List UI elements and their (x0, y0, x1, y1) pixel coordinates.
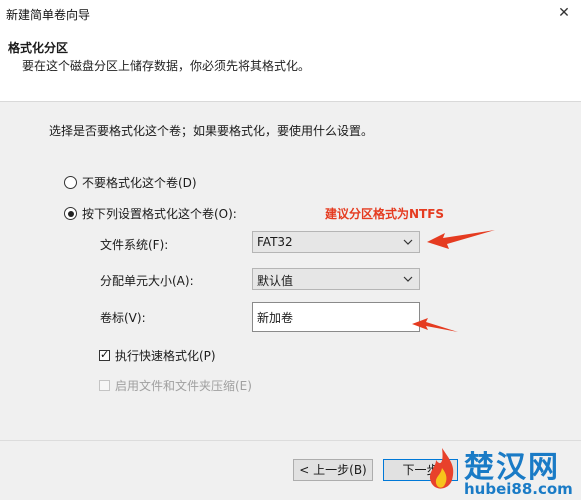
close-icon[interactable]: ✕ (555, 4, 573, 22)
allocation-unit-value: 默认值 (257, 274, 294, 288)
radio-no-format-label: 不要格式化这个卷(D) (82, 176, 197, 190)
radio-format[interactable]: 按下列设置格式化这个卷(O): (64, 205, 237, 222)
file-system-label: 文件系统(F): (100, 238, 169, 252)
radio-no-format[interactable]: 不要格式化这个卷(D) (64, 174, 197, 191)
intro-text: 选择是否要格式化这个卷；如果要格式化，要使用什么设置。 (49, 124, 374, 138)
watermark-en: hubei88.com (464, 480, 573, 498)
window-title: 新建简单卷向导 (6, 8, 91, 22)
compression-checkbox[interactable] (99, 380, 110, 391)
chevron-down-icon (403, 276, 413, 282)
red-arrow-icon (412, 318, 458, 332)
red-arrow-icon (427, 230, 495, 249)
volume-label-label: 卷标(V): (100, 311, 146, 325)
compression-checkbox-row[interactable]: 启用文件和文件夹压缩(E) (99, 377, 252, 394)
file-system-value: FAT32 (257, 235, 293, 249)
allocation-unit-select[interactable]: 默认值 (252, 268, 420, 290)
flame-logo-icon (429, 448, 454, 489)
watermark: 楚汉网 hubei88.com (418, 442, 581, 500)
wizard-header: 格式化分区 要在这个磁盘分区上储存数据，你必须先将其格式化。 (0, 28, 581, 102)
title-bar: 新建简单卷向导 ✕ (0, 0, 581, 29)
volume-label-value: 新加卷 (257, 311, 294, 325)
radio-format-circle[interactable] (64, 207, 77, 220)
quick-format-checkbox[interactable]: ✓ (99, 348, 110, 361)
radio-format-label: 按下列设置格式化这个卷(O): (82, 207, 237, 221)
quick-format-label: 执行快速格式化(P) (115, 349, 216, 363)
footer-divider (0, 440, 581, 441)
page-title: 格式化分区 (8, 41, 69, 55)
file-system-select[interactable]: FAT32 (252, 231, 420, 253)
check-icon: ✓ (100, 348, 110, 361)
allocation-unit-label: 分配单元大小(A): (100, 274, 194, 288)
volume-label-input[interactable]: 新加卷 (252, 302, 420, 332)
compression-label: 启用文件和文件夹压缩(E) (115, 379, 252, 393)
annotation-text: 建议分区格式为NTFS (325, 207, 445, 221)
quick-format-checkbox-row[interactable]: ✓ 执行快速格式化(P) (99, 347, 216, 364)
radio-no-format-circle[interactable] (64, 176, 77, 189)
chevron-down-icon (403, 239, 413, 245)
page-subtitle: 要在这个磁盘分区上储存数据，你必须先将其格式化。 (22, 59, 311, 73)
back-button[interactable]: < 上一步(B) (293, 459, 373, 481)
